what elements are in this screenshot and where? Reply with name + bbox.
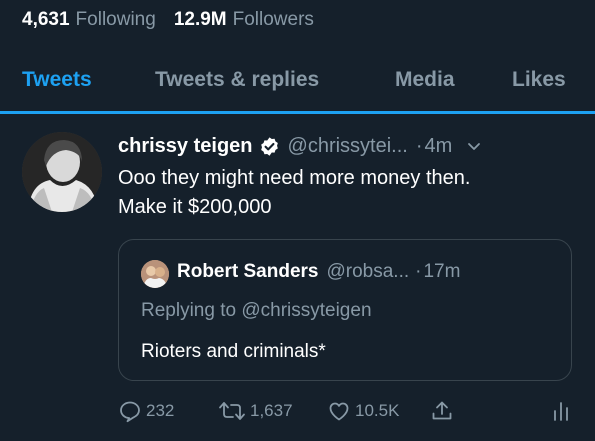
share-icon xyxy=(430,399,454,423)
reply-button[interactable]: 232 xyxy=(118,398,174,424)
tab-media[interactable]: Media xyxy=(395,68,455,92)
retweet-count: 1,637 xyxy=(250,401,293,420)
avatar-image xyxy=(22,132,102,212)
reply-icon xyxy=(118,399,142,423)
quoted-avatar-image xyxy=(141,260,169,288)
verified-badge-icon xyxy=(259,136,280,157)
quoted-header: Robert Sanders @robsa... · 17m xyxy=(177,261,460,283)
analytics-icon xyxy=(550,399,572,423)
followers-stat[interactable]: 12.9M Followers xyxy=(174,9,314,31)
replying-to-line: Replying to @chrissyteigen xyxy=(141,300,372,321)
quoted-author-name: Robert Sanders xyxy=(177,261,319,282)
tab-likes[interactable]: Likes xyxy=(512,68,566,92)
tweet-header: chrissy teigen @chrissytei... · 4m xyxy=(118,132,588,160)
following-label: Following xyxy=(75,9,156,30)
tweet-text-line: Make it $200,000 xyxy=(118,196,272,218)
followers-count: 12.9M xyxy=(173,9,227,30)
tweet-actions: 232 1,637 10.5K xyxy=(118,398,588,424)
reply-count: 232 xyxy=(146,401,175,420)
following-stat[interactable]: 4,631 Following xyxy=(22,9,156,31)
profile-timeline: 4,631 Following 12.9M Followers Tweets T… xyxy=(0,0,595,441)
quoted-tweet-time: 17m xyxy=(423,261,461,282)
active-tab-underline xyxy=(0,111,595,114)
share-button[interactable] xyxy=(430,398,454,424)
quoted-tweet-text: Rioters and criminals* xyxy=(141,341,326,362)
separator-dot: · xyxy=(415,134,423,157)
quoted-avatar xyxy=(141,260,169,288)
following-count: 4,631 xyxy=(22,9,70,30)
like-count: 10.5K xyxy=(355,401,400,420)
profile-tabs: Tweets Tweets & replies Media Likes xyxy=(0,56,595,112)
analytics-button[interactable] xyxy=(550,398,572,424)
quoted-author-handle: @robsa... xyxy=(326,261,410,282)
like-icon xyxy=(327,399,351,423)
retweet-button[interactable]: 1,637 xyxy=(218,398,293,424)
author-handle[interactable]: @chrissytei... xyxy=(288,135,408,158)
followers-label: Followers xyxy=(232,9,314,30)
quoted-tweet[interactable]: Robert Sanders @robsa... · 17m Replying … xyxy=(118,239,572,381)
chevron-down-icon[interactable] xyxy=(466,138,482,154)
avatar[interactable] xyxy=(22,132,102,212)
like-button[interactable]: 10.5K xyxy=(327,398,399,424)
tweet-time[interactable]: 4m xyxy=(425,135,453,158)
tweet-text: Ooo they might need more money then. Mak… xyxy=(118,164,588,222)
tab-tweets-and-replies[interactable]: Tweets & replies xyxy=(155,68,319,92)
tab-tweets[interactable]: Tweets xyxy=(22,68,92,92)
quoted-separator-dot: · xyxy=(415,261,422,282)
tweet-text-line: Ooo they might need more money then. xyxy=(118,167,471,189)
retweet-icon xyxy=(218,399,246,423)
author-name[interactable]: chrissy teigen xyxy=(118,135,253,158)
profile-stats: 4,631 Following 12.9M Followers xyxy=(22,8,332,32)
